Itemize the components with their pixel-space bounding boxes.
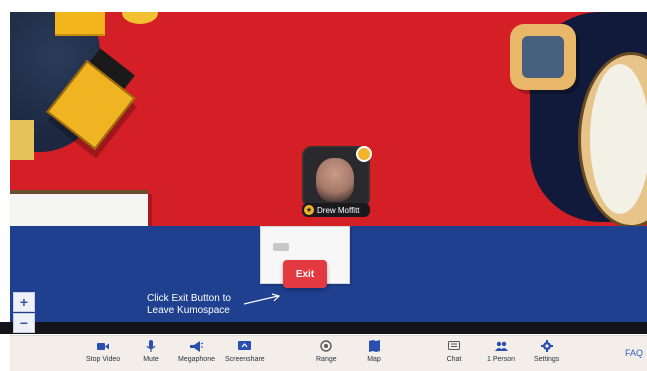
- exit-annotation: Click Exit Button to Leave Kumospace: [147, 293, 247, 317]
- faq-link[interactable]: FAQ: [625, 348, 643, 358]
- stop-video-label: Stop Video: [86, 356, 121, 363]
- chat-button[interactable]: Chat: [446, 339, 462, 369]
- stop-video-button[interactable]: Stop Video: [86, 339, 120, 369]
- screenshare-button[interactable]: Screenshare: [225, 339, 265, 369]
- bottom-toolbar: Stop Video Mute Megaphone Screenshare Ra: [10, 335, 647, 371]
- video-camera-icon: [95, 339, 111, 353]
- participant-name-tag: ★ Drew Moffitt: [302, 203, 370, 217]
- exit-button[interactable]: Exit: [283, 260, 327, 288]
- people-label: 1 Person: [487, 356, 516, 363]
- mute-label: Mute: [143, 356, 159, 363]
- screenshare-label: Screenshare: [225, 356, 265, 363]
- annotation-line-2: Leave Kumospace: [147, 305, 230, 316]
- megaphone-label: Megaphone: [178, 356, 215, 363]
- side-table: [10, 120, 34, 160]
- participant-face: [316, 158, 354, 202]
- round-table-top: [590, 64, 647, 214]
- chat-label: Chat: [446, 356, 462, 363]
- people-button[interactable]: 1 Person: [487, 339, 515, 369]
- zoom-in-button[interactable]: +: [13, 292, 35, 312]
- annotation-line-1: Click Exit Button to: [147, 293, 231, 304]
- screenshare-icon: [237, 339, 253, 353]
- kumospace-window: ★ Drew Moffitt Exit Click Exit Button to…: [0, 0, 647, 371]
- participant-name: Drew Moffitt: [317, 205, 360, 215]
- settings-label: Settings: [534, 356, 560, 363]
- people-icon: [493, 339, 509, 353]
- mat-detail: [273, 243, 289, 251]
- yellow-cabinet: [55, 12, 105, 36]
- megaphone-button[interactable]: Megaphone: [178, 339, 215, 369]
- map-icon: [366, 339, 382, 353]
- megaphone-icon: [188, 339, 204, 353]
- mute-button[interactable]: Mute: [143, 339, 159, 369]
- microphone-icon: [143, 339, 159, 353]
- chat-icon: [446, 339, 462, 353]
- sofa-cushion: [522, 36, 564, 78]
- zoom-out-button[interactable]: −: [13, 313, 35, 333]
- yellow-stool: [122, 12, 158, 24]
- range-label: Range: [316, 356, 337, 363]
- star-icon: ★: [304, 205, 314, 215]
- annotation-arrow-icon: [243, 293, 281, 305]
- space-map[interactable]: ★ Drew Moffitt Exit Click Exit Button to…: [10, 12, 647, 334]
- map-bottom-edge: [0, 322, 647, 334]
- zoom-controls: + −: [13, 292, 35, 334]
- range-icon: [318, 339, 334, 353]
- gear-icon: [539, 339, 555, 353]
- participant-badge: [356, 146, 372, 162]
- map-button[interactable]: Map: [366, 339, 382, 369]
- settings-button[interactable]: Settings: [534, 339, 559, 369]
- map-label: Map: [367, 356, 381, 363]
- range-button[interactable]: Range: [316, 339, 337, 369]
